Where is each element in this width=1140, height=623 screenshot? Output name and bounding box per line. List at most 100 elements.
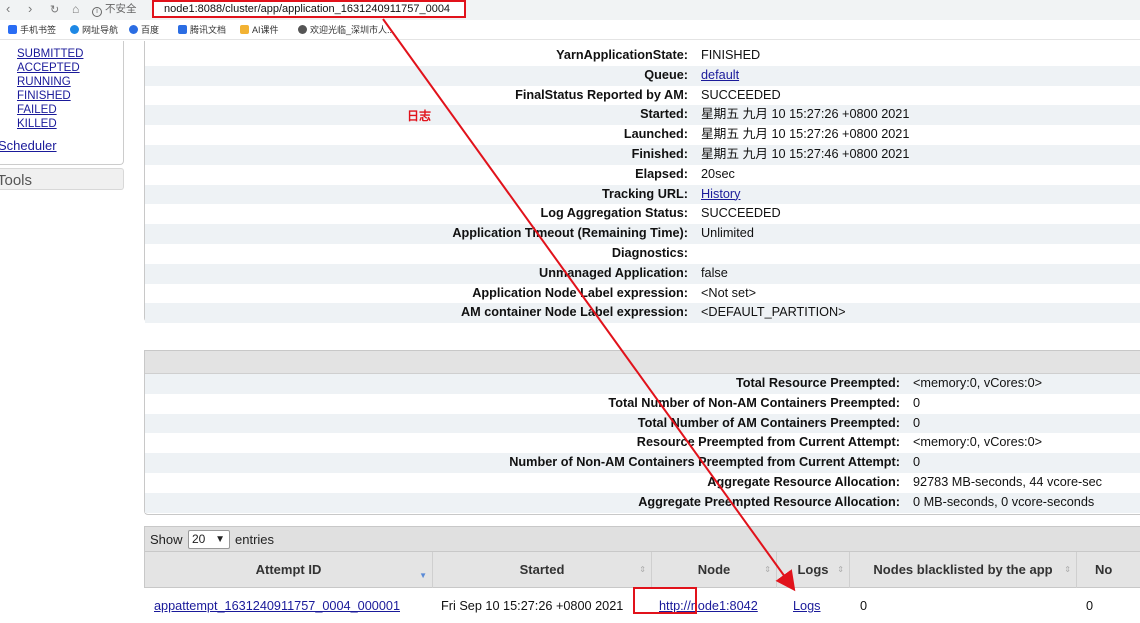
state-link-accepted[interactable]: ACCEPTED (17, 61, 83, 75)
sort-icon: ⇕ (837, 565, 844, 574)
security-indicator[interactable]: i 不安全 (92, 2, 137, 17)
tools-label: Tools (0, 172, 33, 189)
bookmark-baidu[interactable]: 百度 (129, 25, 159, 36)
state-link-killed[interactable]: KILLED (17, 117, 83, 131)
address-bar[interactable]: node1:8088/cluster/app/application_16312… (152, 0, 466, 18)
baidu-icon (129, 25, 138, 34)
metric-value: <memory:0, vCores:0> (913, 376, 1043, 390)
overview-row: Tracking URL: History (145, 184, 1140, 205)
tencent-docs-icon (178, 25, 187, 34)
field-value: SUCCEEDED (701, 87, 781, 102)
attempt-id-link[interactable]: appattempt_1631240911757_0004_000001 (154, 589, 400, 623)
col-blacklisted-system[interactable]: No (1077, 552, 1140, 588)
col-attempt-id[interactable]: Attempt ID ▼ (145, 552, 433, 588)
preemption-row: Total Number of AM Containers Preempted:… (145, 413, 1140, 434)
home-icon[interactable]: ⌂ (72, 1, 79, 17)
logs-highlight-box (633, 587, 697, 614)
field-label: FinalStatus Reported by AM: (515, 87, 688, 102)
show-label: Show (150, 532, 183, 547)
metric-label: Total Number of AM Containers Preempted: (637, 415, 900, 430)
field-value: FINISHED (701, 48, 761, 62)
preemption-row: Aggregate Resource Allocation: 92783 MB-s… (145, 473, 1140, 493)
entries-control: Show 20 ▼ entries (144, 526, 1140, 552)
overview-row: AM container Node Label expression: <DEFA… (145, 303, 1140, 324)
metric-label: Resource Preempted from Current Attempt: (636, 435, 900, 450)
field-label: AM container Node Label expression: (460, 305, 688, 320)
state-link-submitted[interactable]: SUBMITTED (17, 47, 83, 61)
preemption-row: Aggregate Preempted Resource Allocation:… (145, 492, 1140, 513)
bookmark-nav[interactable]: 网址导航 (70, 25, 118, 36)
overview-row: Application Timeout (Remaining Time): Unl… (145, 224, 1140, 244)
field-value: 星期五 九月 10 15:27:26 +0800 2021 (701, 107, 910, 122)
panel-header (145, 351, 1140, 374)
tools-section[interactable]: Tools (0, 168, 124, 190)
bookmarks-bar: 手机书签 网址导航 百度 腾讯文档 AI课件 欢迎光临_深圳市人... (0, 20, 1140, 40)
preemption-row: Total Resource Preempted: <memory:0, vCor… (145, 374, 1140, 394)
field-value: 星期五 九月 10 15:27:46 +0800 2021 (701, 147, 910, 161)
state-link-failed[interactable]: FAILED (17, 103, 83, 117)
field-label: Queue: (644, 67, 688, 82)
state-link-running[interactable]: RUNNING (17, 75, 83, 89)
field-label: Application Node Label expression: (472, 285, 688, 300)
metric-label: Number of Non-AM Containers Preempted fr… (509, 455, 900, 470)
metric-label: Total Number of Non-AM Containers Preemp… (608, 395, 900, 410)
col-started[interactable]: Started ⇕ (433, 552, 652, 588)
sort-icon: ⇕ (1064, 565, 1071, 574)
metric-label: Aggregate Resource Allocation: (707, 475, 900, 489)
col-node[interactable]: Node ⇕ (652, 552, 777, 588)
bookmark-icon (70, 25, 79, 34)
overview-row: Finished: 星期五 九月 10 15:27:46 +0800 2021 (145, 145, 1140, 165)
app-state-list: SUBMITTED ACCEPTED RUNNING FINISHED FAIL… (17, 47, 83, 131)
sort-icon: ⇕ (639, 565, 646, 574)
bookmark-mobile[interactable]: 手机书签 (8, 25, 56, 36)
overview-row: YarnApplicationState: FINISHED (145, 46, 1140, 66)
overview-row: Diagnostics: (145, 244, 1140, 264)
state-link-finished[interactable]: FINISHED (17, 89, 83, 103)
table-header: Attempt ID ▼ Started ⇕ Node ⇕ Logs ⇕ Nodes b… (144, 552, 1140, 588)
field-label: Diagnostics: (611, 246, 688, 260)
overview-row: Elapsed: 20sec (145, 165, 1140, 185)
bookmark-welcome[interactable]: 欢迎光临_深圳市人... (298, 25, 395, 36)
bookmark-ai[interactable]: AI课件 (240, 25, 279, 36)
entries-label: entries (235, 532, 275, 547)
field-label: Unmanaged Application: (539, 265, 688, 280)
field-label: Tracking URL: (601, 186, 688, 201)
blacklisted-system-count: 0 (1086, 599, 1094, 613)
overview-row: Started: 星期五 九月 10 15:27:26 +0800 2021 (145, 105, 1140, 126)
overview-row: Application Node Label expression: <Not s… (145, 284, 1140, 304)
field-value: false (701, 265, 728, 280)
overview-row: Unmanaged Application: false (145, 263, 1140, 284)
field-value[interactable]: History (701, 185, 740, 205)
preemption-row: Total Number of Non-AM Containers Preemp… (145, 394, 1140, 414)
field-value: <Not set> (701, 285, 757, 300)
annotation-label: 日志 (407, 109, 432, 123)
globe-icon (298, 25, 307, 34)
field-value: SUCCEEDED (701, 206, 781, 221)
scheduler-link[interactable]: Scheduler (0, 138, 57, 153)
field-value: Unlimited (701, 226, 754, 241)
sidebar: SUBMITTED ACCEPTED RUNNING FINISHED FAIL… (0, 41, 124, 165)
chevron-down-icon: ▼ (215, 534, 225, 545)
field-label: Finished: (631, 147, 688, 161)
bookmark-tencent-docs[interactable]: 腾讯文档 (178, 25, 226, 36)
back-icon[interactable]: ‹ (6, 1, 10, 17)
reload-icon[interactable]: ↻ (50, 2, 59, 18)
sort-desc-icon: ▼ (419, 571, 427, 580)
col-blacklisted-app[interactable]: Nodes blacklisted by the app ⇕ (850, 552, 1077, 588)
attempt-started: Fri Sep 10 15:27:26 +0800 2021 (441, 599, 624, 613)
field-label: Log Aggregation Status: (540, 206, 688, 221)
col-logs[interactable]: Logs ⇕ (777, 552, 850, 588)
field-label: Launched: (623, 127, 688, 142)
logs-link[interactable]: Logs (793, 589, 821, 623)
field-label: Elapsed: (635, 166, 688, 181)
metric-label: Aggregate Preempted Resource Allocation: (638, 494, 900, 509)
page-size-select[interactable]: 20 ▼ (188, 530, 230, 549)
bookmark-icon (8, 25, 17, 34)
sort-icon: ⇕ (764, 565, 771, 574)
field-value[interactable]: default (701, 66, 739, 86)
folder-icon (240, 25, 249, 34)
application-overview: YarnApplicationState: FINISHED Queue: defau… (144, 41, 1140, 324)
blacklisted-app-count: 0 (860, 599, 868, 613)
forward-icon[interactable]: › (28, 1, 32, 17)
field-label: YarnApplicationState: (556, 48, 688, 62)
